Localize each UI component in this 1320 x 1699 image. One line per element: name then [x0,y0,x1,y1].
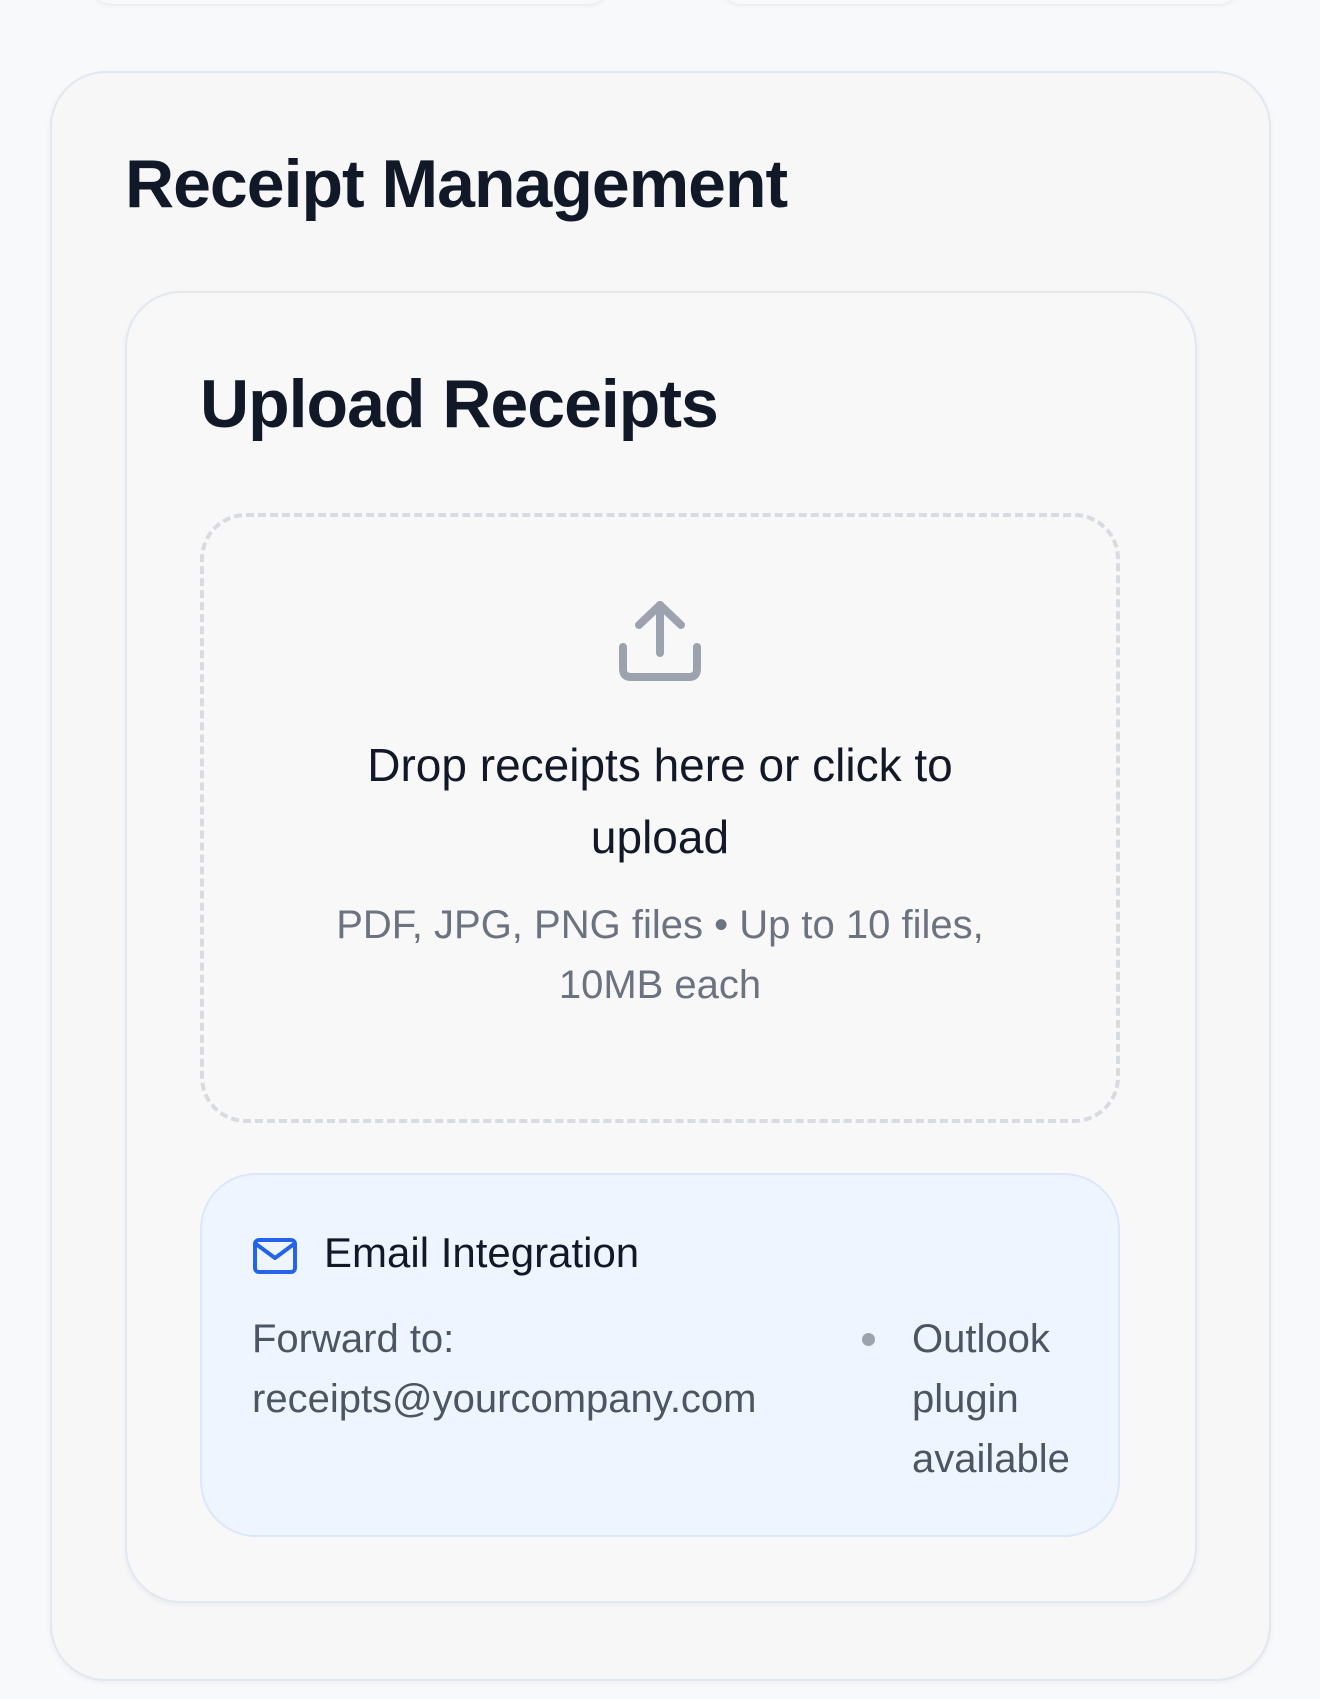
page-title: Receipt Management [125,146,788,222]
receipt-dropzone[interactable]: Drop receipts here or click to upload PD… [200,513,1120,1123]
outlook-plugin-text: Outlook plugin available [912,1317,1070,1481]
mail-icon [253,1238,297,1274]
upload-icon [619,601,701,681]
forward-address-text: Forward to: receipts@yourcompany.com [252,1317,757,1421]
upload-section-title: Upload Receipts [200,366,719,442]
dropzone-instruction: Drop receipts here or click to upload [367,739,953,863]
email-integration-title: Email Integration [324,1229,640,1276]
card-edge-left [90,0,610,4]
email-integration-panel: Email Integration Forward to: receipts@y… [200,1173,1120,1537]
dropzone-file-limits: PDF, JPG, PNG files • Up to 10 files, 10… [336,903,984,1007]
card-edge-right [720,0,1240,4]
upload-receipts-card: Upload Receipts Drop receipts here or cl… [125,291,1197,1603]
bullet-separator [862,1333,875,1346]
receipt-management-card: Receipt Management Upload Receipts Drop … [50,71,1271,1681]
